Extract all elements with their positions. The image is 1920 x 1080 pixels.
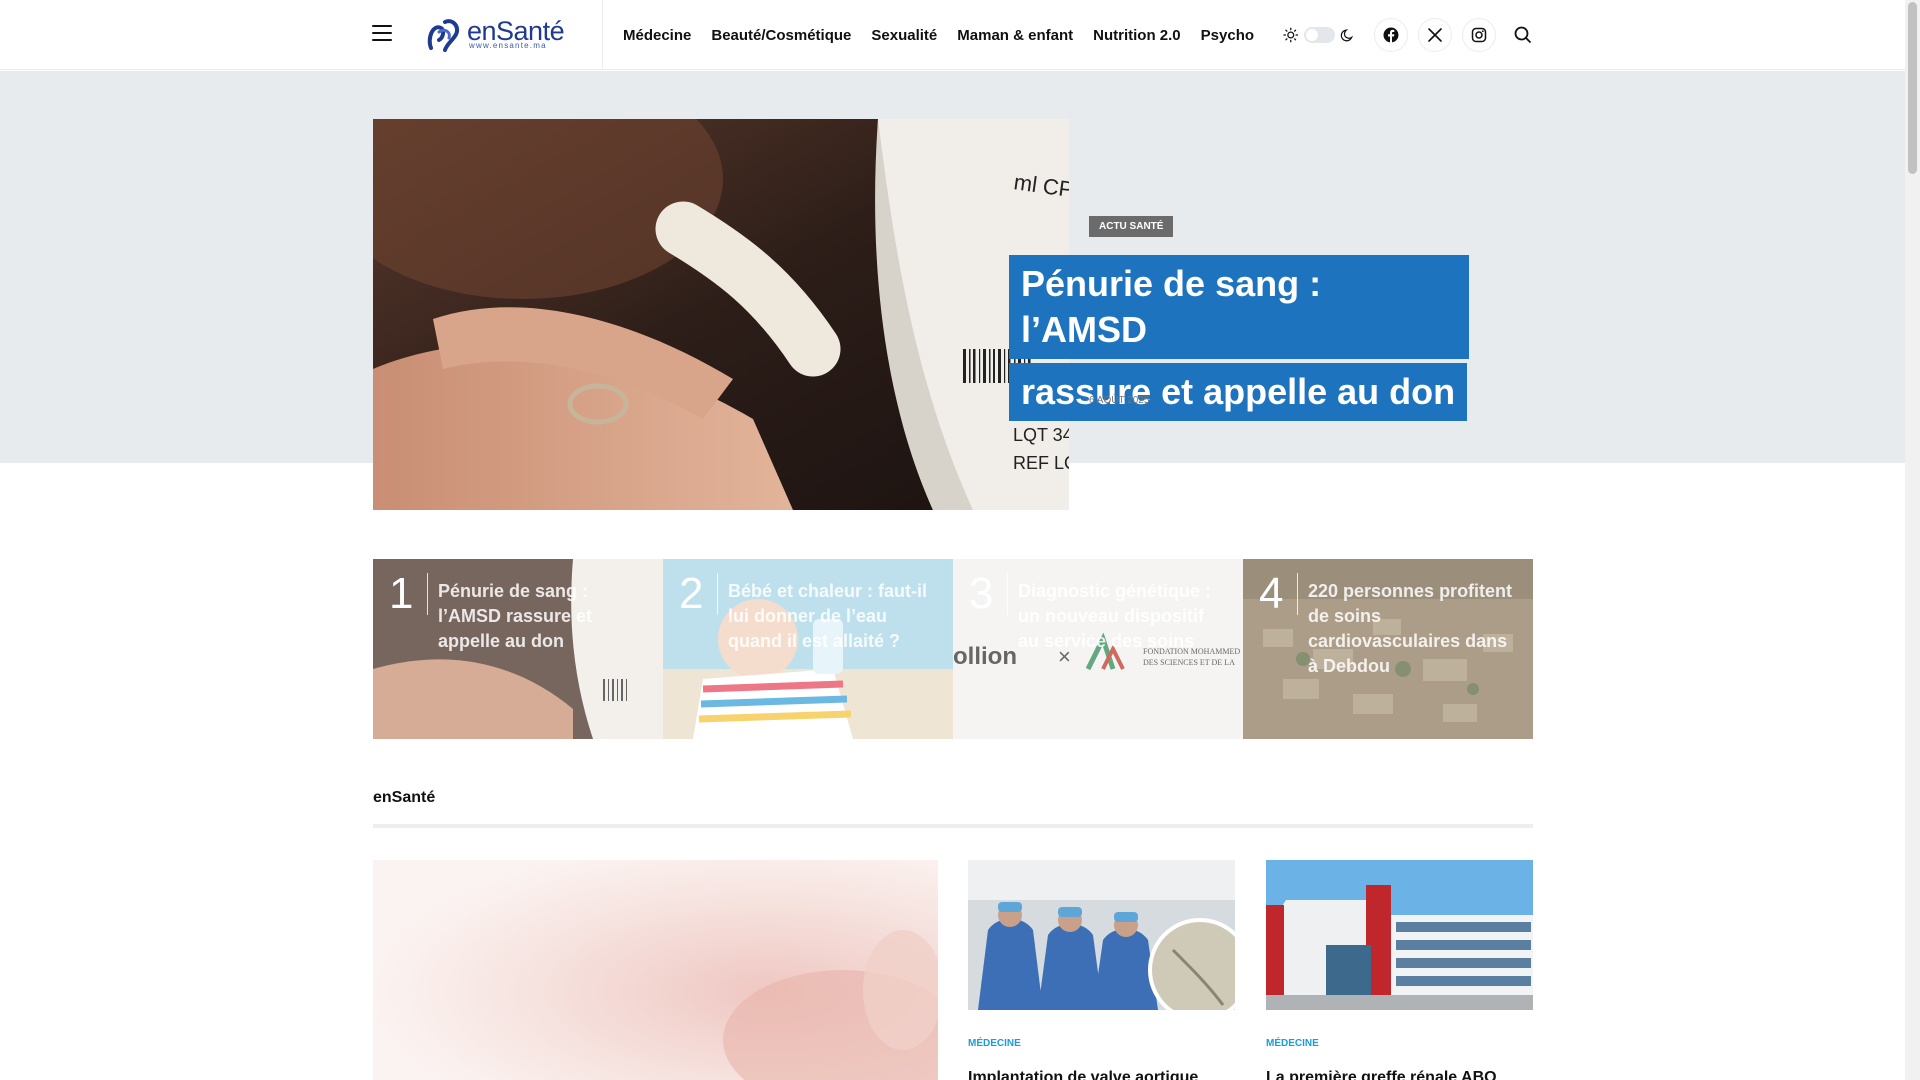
trending-item-2[interactable]: 2 Bébé et chaleur : faut-il lui donner d… [663,559,953,739]
main-nav: Médecine Beauté/Cosmétique Sexualité Mam… [623,0,1254,70]
site-header: enSanté www.ensante.ma Médecine Beauté/C… [0,0,1905,70]
trend-number: 2 [679,572,719,616]
facebook-button[interactable] [1374,18,1408,52]
logo-subtext: www.ensante.ma [469,41,547,50]
x-icon [1428,28,1442,42]
section-title: enSanté [373,789,436,806]
dark-mode-toggle[interactable] [1283,24,1355,46]
featured-article-image[interactable] [373,860,938,1080]
trend-title[interactable]: Pénurie de sang : l’AMSD rassure et appe… [438,579,648,654]
search-icon[interactable] [1512,24,1534,46]
trend-number: 3 [969,572,1009,616]
article-title[interactable]: Implantation de valve aortique [968,1067,1235,1080]
site-logo[interactable]: enSanté www.ensante.ma [425,16,570,54]
svg-text:REF LQT 6: REF LQT 6 [1013,453,1069,473]
article-title[interactable]: La première greffe rénale ABO [1266,1067,1533,1080]
page-scrollbar[interactable] [1905,0,1920,1080]
trend-title[interactable]: Diagnostic génétique : un nouveau dispos… [1018,579,1228,654]
hero-title[interactable]: Pénurie de sang : l’AMSD rassure et appe… [1009,255,1469,425]
logo-mark-icon [427,19,460,52]
article-card: MÉDECINE Implantation de valve aortique [968,860,1235,1080]
hero-date: 6 AOÛT 2025 [1089,395,1150,406]
nav-item-maman-enfant[interactable]: Maman & enfant [957,27,1073,44]
hospital-building-image [1266,860,1533,1010]
instagram-icon [1471,27,1487,43]
nav-item-psycho[interactable]: Psycho [1201,27,1254,44]
nav-item-beaute[interactable]: Beauté/Cosmétique [711,27,851,44]
trend-number: 1 [389,572,429,616]
trending-item-1[interactable]: 1 Pénurie de sang : l’AMSD rassure et ap… [373,559,663,739]
hero-title-line-2[interactable]: rassure et appelle au don [1009,363,1468,421]
trend-number: 4 [1259,572,1299,616]
hero-category-badge[interactable]: ACTU SANTÉ [1089,216,1174,237]
section-divider [373,824,1533,828]
trending-item-4[interactable]: 4 220 personnes profitent de soins cardi… [1243,559,1533,739]
menu-icon[interactable] [372,25,392,41]
nav-item-medecine[interactable]: Médecine [623,27,691,44]
nav-item-sexualite[interactable]: Sexualité [871,27,937,44]
article-card: MÉDECINE La première greffe rénale ABO [1266,860,1533,1080]
blood-bag-image: ml CPD LQT 340 REF LQT 6 [373,119,1069,510]
facebook-icon [1383,27,1399,43]
toggle-switch[interactable] [1303,27,1335,43]
article-category[interactable]: MÉDECINE [1266,1038,1533,1049]
featured-image [373,860,938,1080]
trend-title[interactable]: 220 personnes profitent de soins cardiov… [1308,579,1518,679]
svg-text:LQT 340: LQT 340 [1013,425,1069,445]
hero-title-line-1[interactable]: Pénurie de sang : l’AMSD [1009,255,1469,359]
nav-item-nutrition[interactable]: Nutrition 2.0 [1093,27,1181,44]
trending-list: 1 Pénurie de sang : l’AMSD rassure et ap… [373,559,1533,739]
hero-image[interactable]: ml CPD LQT 340 REF LQT 6 [373,119,1069,510]
trend-title[interactable]: Bébé et chaleur : faut-il lui donner de … [728,579,938,654]
trending-item-3[interactable]: ollion × FONDATION MOHAMMED DES SCIENCES… [953,559,1243,739]
scrollbar-thumb[interactable] [1908,2,1917,174]
surgery-image [968,860,1235,1010]
moon-icon [1340,29,1353,42]
article-thumbnail[interactable] [968,860,1235,1010]
article-category[interactable]: MÉDECINE [968,1038,1235,1049]
x-twitter-button[interactable] [1418,18,1452,52]
article-thumbnail[interactable] [1266,860,1533,1010]
header-divider [602,0,603,70]
sun-icon [1283,27,1299,43]
instagram-button[interactable] [1462,18,1496,52]
